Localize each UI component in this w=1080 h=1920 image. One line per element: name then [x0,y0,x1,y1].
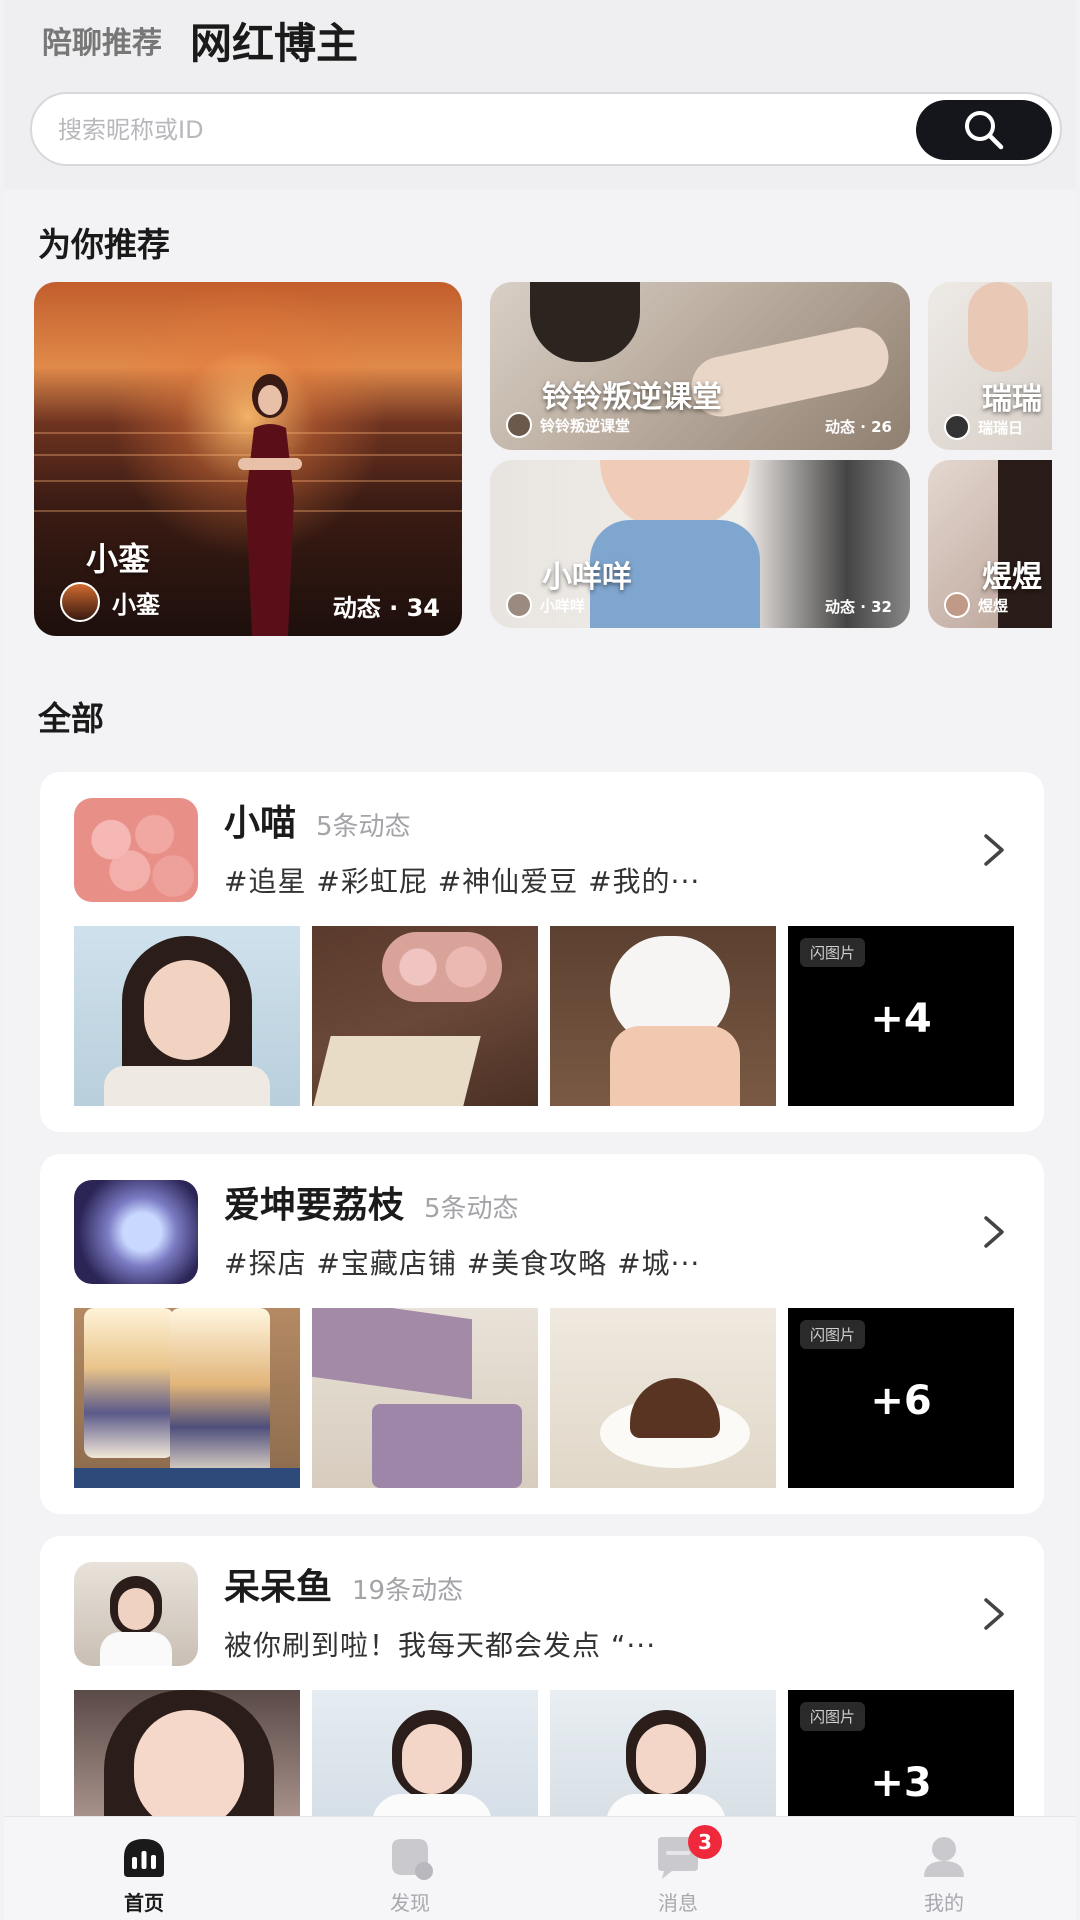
flash-photo-tag: 闪图片 [800,1702,866,1731]
profile-icon [924,1837,964,1877]
nav-label: 我的 [924,1891,964,1915]
thumbnail[interactable] [550,1308,776,1488]
recommend-title: 为你推荐 [38,225,170,264]
recommend-card[interactable]: 小咩咩 小咩咩 动态 · 32 [490,460,910,628]
blogger-desc: #追星 #彩虹屁 #神仙爱豆 #我的··· [224,865,701,898]
blogger-name: 小喵 5条动态 [224,794,411,846]
thumbnail-row: 闪图片 +4 [74,926,1014,1106]
nav-item-home[interactable]: 首页 [74,1817,214,1920]
post-count: 5条动态 [424,1194,519,1224]
tab-influencers[interactable]: 网红博主 [190,18,358,70]
featured-card[interactable]: 小銮 小銮 动态 · 34 [34,282,462,636]
chevron-right-icon[interactable] [978,1212,1008,1252]
app-frame: 陪聊推荐 网红博主 为你推荐 小銮 小銮 [4,0,1076,1920]
all-title: 全部 [38,699,104,738]
post-count: 5条动态 [316,812,411,842]
thumbnail[interactable] [74,1308,300,1488]
search-input[interactable] [58,110,918,150]
recommend-author-name: 煜煜 [978,596,1009,615]
recommend-card[interactable]: 煜煜 煜煜 [928,460,1052,628]
avatar [74,1180,198,1284]
more-thumbnail[interactable]: 闪图片 +6 [788,1308,1014,1488]
thumbnail-row: 闪图片 +6 [74,1308,1014,1488]
nav-label: 首页 [124,1891,164,1915]
blogger-card[interactable]: 爱坤要荔枝 5条动态 #探店 #宝藏店铺 #美食攻略 #城··· 闪图片 +6 [40,1154,1044,1514]
more-count: +4 [870,996,932,1042]
more-thumbnail[interactable]: 闪图片 +4 [788,926,1014,1106]
thumbnail[interactable] [74,926,300,1106]
top-tabs: 陪聊推荐 网红博主 [42,18,358,70]
search-button[interactable] [916,100,1052,160]
blogger-name-text: 呆呆鱼 [224,1567,333,1608]
nav-item-messages[interactable]: 3 消息 [608,1817,748,1920]
chevron-right-icon[interactable] [978,1594,1008,1634]
nav-item-discover[interactable]: 发现 [340,1817,480,1920]
blogger-desc: #探店 #宝藏店铺 #美食攻略 #城··· [224,1247,701,1280]
blogger-desc: 被你刷到啦！我每天都会发点 “··· [224,1629,657,1662]
tab-chat-recommend[interactable]: 陪聊推荐 [42,18,162,70]
recommend-author: 小咩咩 [506,592,585,618]
avatar [74,798,198,902]
card-photo [530,282,640,362]
flash-photo-tag: 闪图片 [800,1320,866,1349]
post-count: 19条动态 [352,1576,464,1606]
recommend-count: 动态 · 26 [824,418,892,436]
blogger-name: 呆呆鱼 19条动态 [224,1558,463,1610]
nav-label: 消息 [658,1891,698,1915]
unread-badge: 3 [688,1825,722,1859]
recommend-name: 铃铃叛逆课堂 [542,380,722,415]
avatar [506,412,532,438]
flash-photo-tag: 闪图片 [800,938,866,967]
header: 陪聊推荐 网红博主 [4,0,1076,190]
recommend-name: 煜煜 [982,560,1042,595]
nav-label: 发现 [390,1891,430,1915]
blogger-name-text: 爱坤要荔枝 [224,1185,405,1226]
home-icon [124,1839,164,1877]
recommend-author-name: 瑞瑞日 [978,418,1024,437]
recommend-card[interactable]: 铃铃叛逆课堂 铃铃叛逆课堂 动态 · 26 [490,282,910,450]
nav-item-profile[interactable]: 我的 [874,1817,1014,1920]
blogger-card[interactable]: 小喵 5条动态 #追星 #彩虹屁 #神仙爱豆 #我的··· 闪图片 +4 [40,772,1044,1132]
blogger-name: 爱坤要荔枝 5条动态 [224,1176,519,1228]
discover-icon [392,1839,433,1880]
featured-count: 动态 · 34 [332,594,440,622]
blogger-name-text: 小喵 [224,803,297,844]
recommend-name: 瑞瑞 [982,382,1042,417]
thumbnail[interactable] [550,926,776,1106]
recommend-author-name: 小咩咩 [540,596,586,615]
featured-name: 小銮 [86,540,151,578]
recommend-author: 煜煜 [944,592,1008,618]
recommend-name: 小咩咩 [542,560,632,595]
search-icon [965,111,1004,150]
avatar [60,582,100,622]
more-count: +3 [870,1760,932,1806]
avatar [944,414,970,440]
recommend-author: 铃铃叛逆课堂 [506,412,630,438]
featured-author: 小銮 [60,582,160,622]
recommend-author-name: 铃铃叛逆课堂 [540,416,631,435]
thumbnail[interactable] [312,1308,538,1488]
card-photo [968,282,1028,372]
more-count: +6 [870,1378,932,1424]
featured-author-name: 小銮 [112,590,160,619]
chevron-right-icon[interactable] [978,830,1008,870]
thumbnail[interactable] [312,926,538,1106]
bottom-nav: 首页 发现 3 消息 我的 [4,1816,1076,1920]
recommend-author: 瑞瑞日 [944,414,1023,440]
recommend-count: 动态 · 32 [824,598,892,616]
avatar [506,592,532,618]
avatar [944,592,970,618]
featured-photo [238,374,302,636]
avatar [74,1562,198,1666]
recommend-card[interactable]: 瑞瑞 瑞瑞日 [928,282,1052,450]
search-bar [30,92,1062,166]
